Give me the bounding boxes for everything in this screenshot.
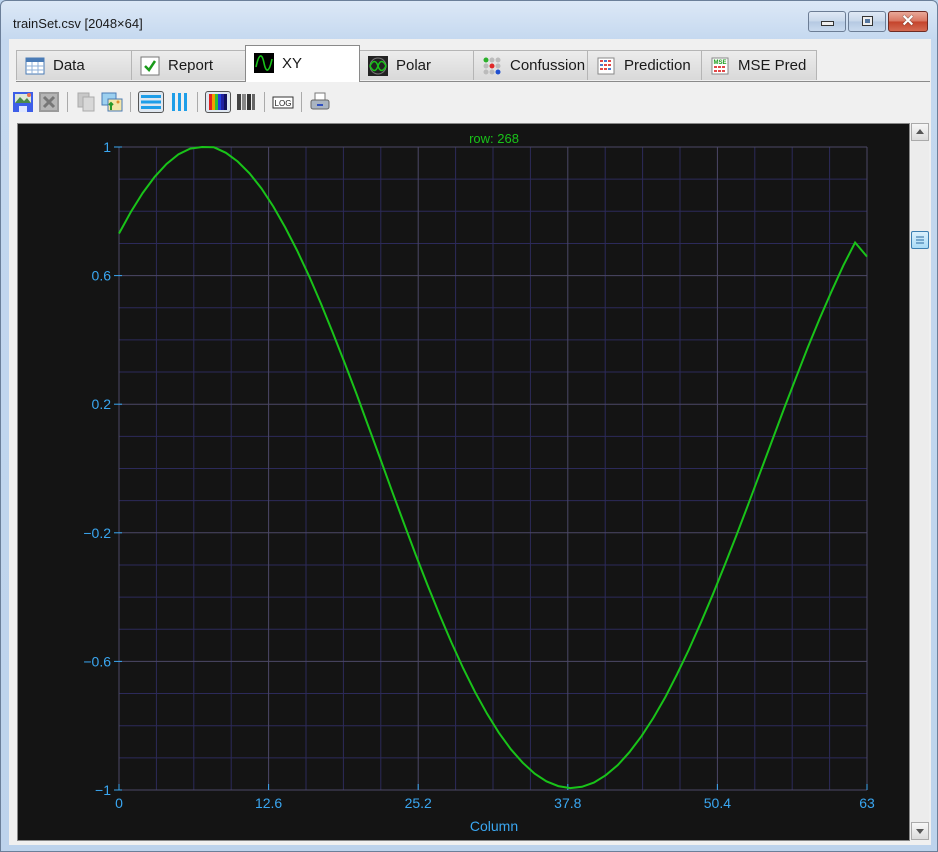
table-icon	[25, 56, 45, 76]
toolbar-separator	[264, 92, 265, 112]
prediction-grid-icon	[596, 56, 616, 76]
client-area: Data Report XY Polar Confussion Predicti…	[9, 39, 931, 845]
printer-icon	[310, 92, 330, 110]
scroll-up-button[interactable]	[911, 123, 929, 141]
maximize-icon	[862, 16, 873, 26]
tab-mse-pred[interactable]: MSE MSE Pred	[701, 50, 817, 80]
toolbar-separator	[67, 92, 68, 112]
confusion-matrix-icon	[482, 56, 502, 76]
toolbar-separator	[301, 92, 302, 112]
horizontal-grid-button[interactable]	[138, 91, 164, 113]
tab-xy[interactable]: XY	[245, 45, 360, 82]
x-tick-label: 25.2	[405, 795, 432, 811]
arrow-up-icon	[916, 129, 924, 134]
log-scale-button[interactable]: LOG	[272, 91, 294, 113]
tab-polar[interactable]: Polar	[359, 50, 474, 80]
tab-report[interactable]: Report	[131, 50, 246, 80]
x-tick-label: 0	[115, 795, 123, 811]
y-tick-label: −1	[95, 782, 111, 798]
export-excel-button[interactable]	[38, 91, 60, 113]
arrow-down-icon	[916, 829, 924, 834]
minimize-icon	[821, 21, 834, 26]
xy-chart: 0 12.6 25.2 37.8 50.4 63 1 0.6 0.2 −0.2 −0.6 −1 row…	[83, 131, 875, 834]
toolbar: LOG	[12, 89, 331, 115]
mse-grid-icon: MSE	[710, 56, 730, 76]
svg-text:MSE: MSE	[713, 60, 726, 66]
x-tick-label: 50.4	[704, 795, 731, 811]
grip-icon	[916, 236, 924, 244]
y-tick-label: −0.2	[83, 525, 111, 541]
chart-title: row: 268	[469, 131, 519, 146]
vertical-grid-button[interactable]	[168, 91, 190, 113]
tab-label: Prediction	[624, 57, 691, 74]
print-button[interactable]	[309, 91, 331, 113]
tab-label: MSE Pred	[738, 57, 807, 74]
copy-image-button[interactable]	[101, 91, 123, 113]
maximize-button[interactable]	[848, 11, 886, 32]
color-mode-button[interactable]	[205, 91, 231, 113]
window-title: trainSet.csv [2048×64]	[13, 16, 143, 31]
excel-icon	[39, 92, 59, 112]
y-tick-label: 0.6	[92, 268, 112, 284]
color-bars-icon	[209, 94, 227, 110]
copy-button[interactable]	[75, 91, 97, 113]
scroll-thumb[interactable]	[911, 231, 929, 249]
tab-bar: Data Report XY Polar Confussion Predicti…	[16, 45, 930, 82]
tab-label: XY	[282, 54, 303, 72]
copy-icon	[77, 92, 95, 112]
scroll-down-button[interactable]	[911, 822, 929, 840]
checkmark-icon	[140, 56, 160, 76]
tab-data[interactable]: Data	[16, 50, 132, 80]
grayscale-mode-button[interactable]	[235, 91, 257, 113]
vertical-scrollbar[interactable]	[911, 123, 929, 840]
toolbar-separator	[197, 92, 198, 112]
xy-plot: 0 12.6 25.2 37.8 50.4 63 1 0.6 0.2 −0.2 −0.6 −1 row…	[17, 123, 910, 841]
tab-confussion[interactable]: Confussion	[473, 50, 588, 80]
minimize-button[interactable]	[808, 11, 846, 32]
sine-wave-icon	[254, 53, 274, 73]
tab-label: Report	[168, 57, 214, 74]
tab-label: Confussion	[510, 57, 586, 74]
y-tick-label: −0.6	[83, 653, 111, 669]
x-tick-label: 12.6	[255, 795, 282, 811]
y-tick-label: 1	[103, 139, 111, 155]
polar-icon	[368, 55, 388, 76]
x-tick-label: 63	[859, 795, 875, 811]
toolbar-separator	[130, 92, 131, 112]
tab-prediction[interactable]: Prediction	[587, 50, 702, 80]
y-tick-label: 0.2	[92, 396, 112, 412]
horizontal-lines-icon	[141, 95, 161, 109]
close-icon: ✕	[901, 13, 915, 30]
tab-label: Data	[53, 57, 85, 74]
x-axis-label: Column	[470, 818, 518, 834]
svg-text:LOG: LOG	[275, 99, 292, 108]
x-tick-label: 37.8	[554, 795, 581, 811]
app-window: trainSet.csv [2048×64] ✕ Data Report XY …	[0, 0, 938, 852]
tab-label: Polar	[396, 57, 432, 74]
images-icon	[101, 92, 123, 112]
vertical-lines-icon	[172, 93, 187, 111]
log-icon: LOG	[272, 96, 294, 109]
close-button[interactable]: ✕	[888, 11, 928, 32]
save-image-icon	[13, 92, 33, 112]
save-image-button[interactable]	[12, 91, 34, 113]
gray-bars-icon	[237, 94, 255, 110]
